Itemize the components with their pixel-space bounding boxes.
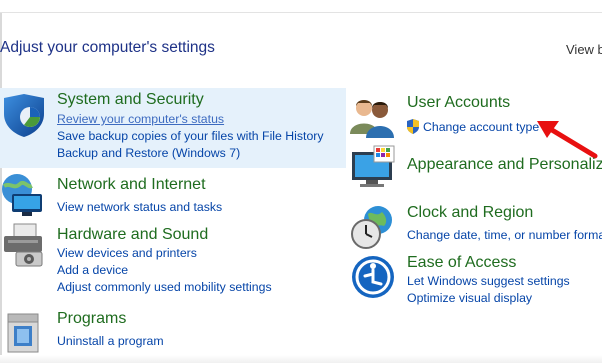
category-hardware-and-sound[interactable]: Hardware and Sound: [57, 226, 208, 244]
link-backup-restore[interactable]: Backup and Restore (Windows 7): [57, 146, 240, 160]
printer-icon: [4, 223, 43, 267]
red-arrow-annotation: [537, 121, 598, 159]
page-title: Adjust your computer's settings: [0, 39, 215, 56]
uac-shield-icon: [407, 119, 419, 134]
network-icon: [2, 174, 42, 216]
ease-of-access-icon: [352, 256, 394, 298]
link-uninstall-program[interactable]: Uninstall a program: [57, 334, 164, 348]
link-network-status[interactable]: View network status and tasks: [57, 200, 222, 214]
link-review-status[interactable]: Review your computer's status: [57, 112, 224, 126]
link-file-history[interactable]: Save backup copies of your files with Fi…: [57, 129, 324, 143]
link-add-device[interactable]: Add a device: [57, 263, 128, 277]
address-bar-edge: [0, 0, 602, 13]
users-icon: [350, 100, 394, 138]
category-clock-and-region[interactable]: Clock and Region: [407, 204, 533, 222]
category-user-accounts[interactable]: User Accounts: [407, 94, 510, 112]
bottom-edge: [0, 355, 602, 363]
link-let-windows-suggest[interactable]: Let Windows suggest settings: [407, 274, 570, 288]
category-system-and-security[interactable]: System and Security: [57, 91, 204, 109]
monitor-icon: [352, 145, 395, 187]
view-by-label[interactable]: View by: [566, 42, 602, 57]
shield-icon: [4, 94, 44, 137]
category-network-and-internet[interactable]: Network and Internet: [57, 176, 206, 194]
link-devices-printers[interactable]: View devices and printers: [57, 246, 197, 260]
clock-globe-icon: [351, 206, 392, 249]
programs-icon: [7, 313, 39, 353]
link-mobility-settings[interactable]: Adjust commonly used mobility settings: [57, 280, 272, 294]
category-ease-of-access[interactable]: Ease of Access: [407, 254, 516, 272]
category-appearance-and-personalization[interactable]: Appearance and Personaliza: [407, 156, 602, 174]
link-optimize-visual-display[interactable]: Optimize visual display: [407, 291, 532, 305]
link-change-account-type[interactable]: Change account type: [423, 120, 539, 134]
category-programs[interactable]: Programs: [57, 310, 126, 328]
link-change-date-time[interactable]: Change date, time, or number forma: [407, 228, 602, 242]
